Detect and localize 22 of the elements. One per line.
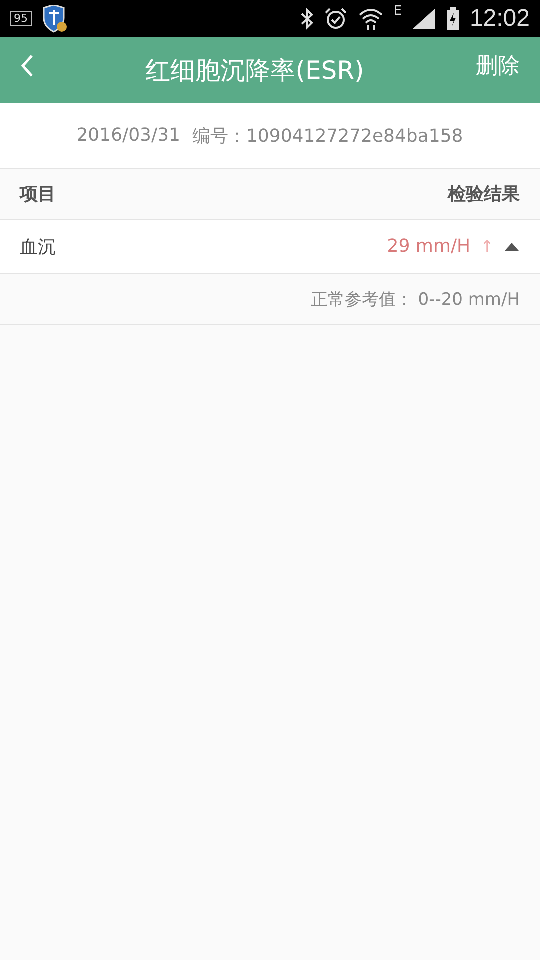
report-date: 2016/03/31 [76,125,180,146]
back-icon [20,54,34,78]
wifi-icon [358,6,384,30]
high-result-label: ↑ [480,237,494,256]
page-title: 红细胞沉降率(ESR) [144,54,366,86]
back-button[interactable] [20,54,34,78]
result-value: 29 mm/H [387,236,471,257]
result-row[interactable]: 血沉 29 mm/H ↑ [0,220,540,274]
bluetooth-icon [300,6,314,30]
battery-icon [446,6,460,30]
notification-badge: 95 [10,11,32,26]
reference-range: 正常参考值： 0--20 mm/H [310,288,520,310]
collapse-icon[interactable] [504,242,520,252]
column-header: 项目 [20,183,56,206]
column-header: 检验结果 [448,183,520,206]
alarm-clock-icon [324,6,348,30]
report-number: 编号：10904127272e84ba158 [192,124,464,148]
item-name: 血沉 [20,236,56,258]
signal-icon [412,8,436,30]
network-type: E [394,4,402,19]
clock: 12:02 [470,4,530,32]
shield-icon [42,4,68,32]
